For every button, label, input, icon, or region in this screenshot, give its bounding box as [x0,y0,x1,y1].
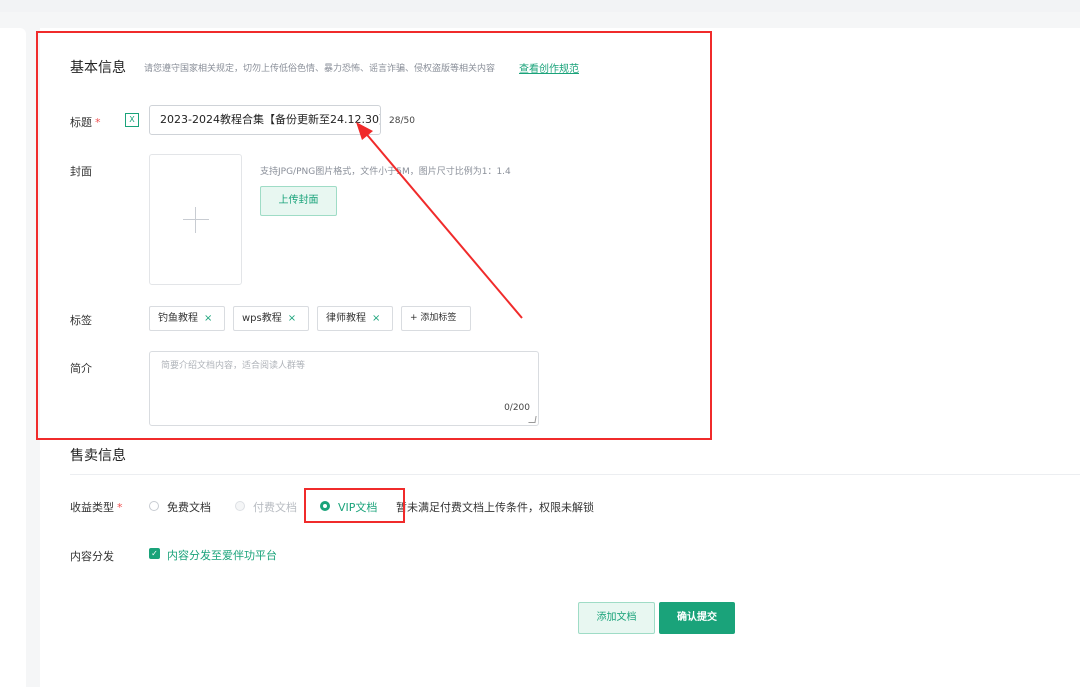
cover-upload-area[interactable] [149,154,242,285]
close-icon[interactable]: × [288,313,296,324]
section-divider [70,474,1080,475]
income-type-label: 收益类型 * [70,501,123,514]
distribution-checkbox[interactable]: ✓ [149,548,160,559]
title-label: 标题 * [70,116,101,129]
top-bar [0,0,1080,12]
required-mark: * [95,116,101,129]
paid-unlock-notice: 暂未满足付费文档上传条件，权限未解锁 [396,501,594,514]
close-icon[interactable]: × [372,313,380,324]
tag-chip: 律师教程 × [317,306,393,331]
sale-info-title: 售卖信息 [70,448,126,464]
confirm-submit-button[interactable]: 确认提交 [659,602,735,634]
tag-text: 律师教程 [326,313,366,324]
add-document-button[interactable]: 添加文档 [578,602,655,634]
view-rules-link[interactable]: 查看创作规范 [519,60,579,75]
basic-info-title: 基本信息 [70,60,126,76]
cover-label: 封面 [70,165,92,178]
tag-text: wps教程 [242,313,282,324]
free-doc-label[interactable]: 免费文档 [167,499,211,515]
title-char-counter: 28/50 [389,116,415,126]
distribution-option-label[interactable]: 内容分发至爱伴功平台 [167,547,277,563]
plus-icon [183,207,209,233]
intro-char-counter: 0/200 [504,403,530,413]
distribution-label: 内容分发 [70,550,114,563]
vip-doc-label[interactable]: VIP文档 [338,499,377,515]
upload-cover-button[interactable]: 上传封面 [260,186,337,216]
tag-chip: 钓鱼教程 × [149,306,225,331]
intro-label: 简介 [70,362,92,375]
tag-chip: wps教程 × [233,306,309,331]
tags-label: 标签 [70,314,92,327]
content-rules-hint: 请您遵守国家相关规定，切勿上传低俗色情、暴力恐怖、谣言诈骗、侵权盗版等相关内容 [144,64,496,74]
intro-placeholder: 简要介绍文档内容，适合阅读人群等 [161,361,306,371]
vip-doc-radio[interactable] [320,501,330,511]
tag-text: 钓鱼教程 [158,313,198,324]
cover-format-hint: 支持JPG/PNG图片格式，文件小于5M，图片尺寸比例为1：1.4 [260,167,511,177]
left-panel [0,28,26,687]
add-tag-button[interactable]: + 添加标签 [401,306,471,331]
intro-textarea[interactable]: 简要介绍文档内容，适合阅读人群等 0/200 [149,351,539,426]
paid-doc-radio[interactable] [235,501,245,511]
free-doc-radio[interactable] [149,501,159,511]
excel-file-icon: X [125,113,139,127]
required-mark: * [117,501,123,514]
resize-handle-icon[interactable] [528,416,537,423]
paid-doc-label[interactable]: 付费文档 [253,499,297,515]
close-icon[interactable]: × [204,313,212,324]
title-input[interactable]: 2023-2024教程合集【备份更新至24.12.30】 [149,105,381,135]
